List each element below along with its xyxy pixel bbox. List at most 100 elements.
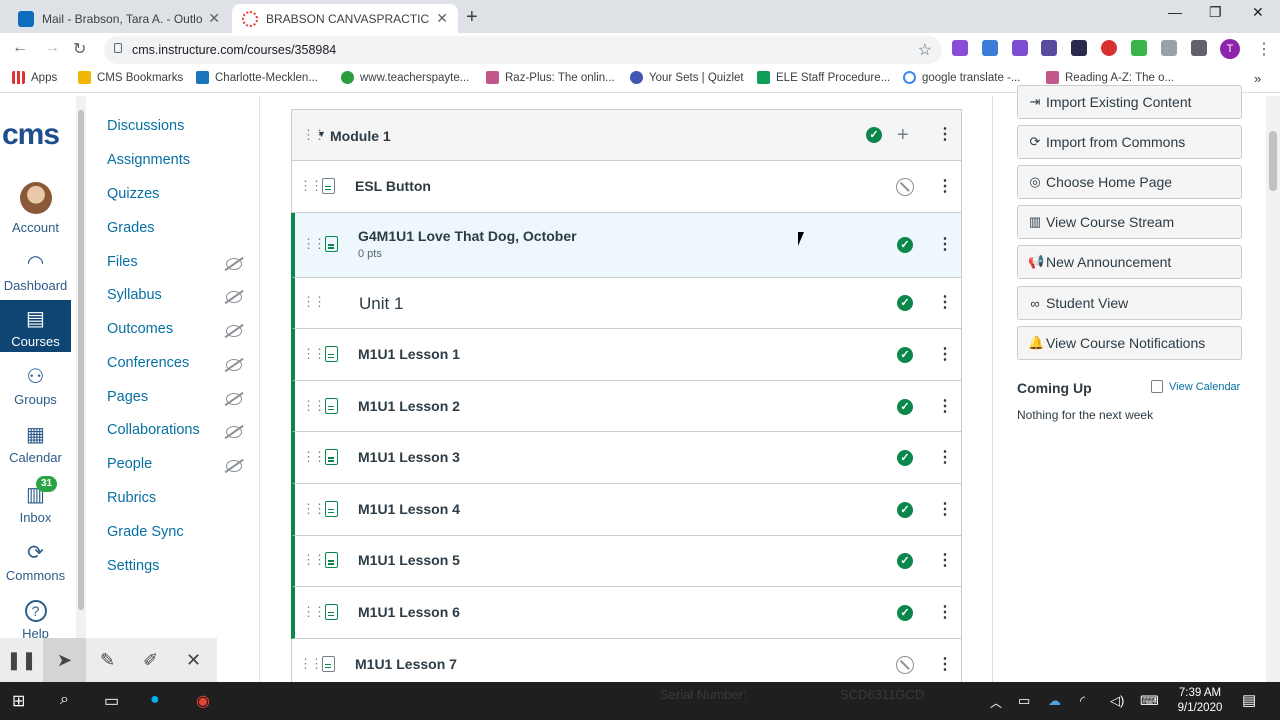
extension-icon[interactable] [1161,40,1177,56]
item-menu-icon[interactable]: ⋮ [937,604,953,621]
more-bookmarks-icon[interactable]: » [1254,71,1261,86]
battery-icon[interactable]: ▭ [1018,693,1030,709]
course-nav-outcomes[interactable]: Outcomes [107,321,173,337]
restore-icon[interactable]: ❐ [1209,4,1222,21]
tab-canvas[interactable]: BRABSON CANVASPRACTICE ✕ [232,4,458,33]
task-view-icon[interactable]: ▭ [104,691,119,711]
close-window-icon[interactable]: ✕ [1252,4,1264,21]
view-course-stream-button[interactable]: ▥ View Course Stream [1017,205,1242,239]
nav-inbox[interactable]: ▥ Inbox 31 [0,476,71,525]
module-item-row[interactable]: ⋮⋮ M1U1 Lesson 6 ✓ ⋮ [291,587,962,639]
item-menu-icon[interactable]: ⋮ [937,501,953,518]
item-title[interactable]: ESL Button [355,178,431,194]
import-from-commons-button[interactable]: ⟳ Import from Commons [1017,125,1242,159]
module-item-row[interactable]: ⋮⋮ M1U1 Lesson 5 ✓ ⋮ [291,535,962,588]
skype-icon[interactable]: ● [150,691,160,709]
module-item-row[interactable]: ⋮⋮ M1U1 Lesson 7 ⋮ [291,638,962,682]
import-existing-content-button[interactable]: ⇥ Import Existing Content [1017,85,1242,119]
published-check-icon[interactable]: ✓ [866,127,882,143]
item-menu-icon[interactable]: ⋮ [937,295,953,311]
close-icon[interactable]: ✕ [436,10,448,27]
notifications-icon[interactable]: ▤ [1242,691,1256,709]
extension-icon[interactable] [1071,40,1087,56]
system-clock[interactable]: 7:39 AM 9/1/2020 [1172,686,1228,716]
close-icon[interactable]: ✕ [172,638,215,682]
extension-icon[interactable] [1041,40,1057,56]
extension-icon[interactable] [952,40,968,56]
add-item-icon[interactable]: + [897,125,909,145]
published-check-icon[interactable]: ✓ [897,346,913,363]
bookmark-charlotte[interactable]: Charlotte-Mecklen... [196,71,318,84]
student-view-button[interactable]: ∞ Student View [1017,286,1242,320]
drag-handle-icon[interactable]: ⋮⋮ [302,552,326,568]
address-bar[interactable]: cms.instructure.com/courses/358984 ☆ [104,36,942,64]
nav-commons[interactable]: ⟳ Commons [0,542,71,583]
item-title[interactable]: M1U1 Lesson 2 [358,398,460,414]
back-icon[interactable]: ← [12,39,28,57]
item-menu-icon[interactable]: ⋮ [937,346,953,363]
published-check-icon[interactable]: ✓ [897,237,913,254]
item-menu-icon[interactable]: ⋮ [937,553,953,569]
item-menu-icon[interactable]: ⋮ [937,450,953,466]
course-nav-quizzes[interactable]: Quizzes [107,186,159,202]
unpublished-icon[interactable] [896,655,914,674]
pen-icon[interactable]: ✎ [86,638,129,682]
minimize-icon[interactable]: — [1168,4,1182,20]
tab-outlook[interactable]: Mail - Brabson, Tara A. - Outlook ✕ [8,4,230,33]
keyboard-icon[interactable]: ⌨ [1140,693,1159,709]
page-scrollbar[interactable] [1266,96,1280,682]
bookmark-translate[interactable]: google translate -... [903,71,1020,84]
pause-icon[interactable]: ❚❚ [0,638,43,682]
course-nav-rubrics[interactable]: Rubrics [107,490,156,506]
nav-scrollbar[interactable] [76,96,86,682]
nav-account[interactable]: Account [0,182,71,235]
nav-groups[interactable]: ⚇ Groups [0,366,71,407]
published-check-icon[interactable]: ✓ [897,450,913,467]
view-course-notifications-button[interactable]: 🔔 View Course Notifications [1017,326,1242,360]
nav-courses[interactable]: ▤ Courses [0,300,71,352]
course-nav-assignments[interactable]: Assignments [107,152,190,168]
item-title[interactable]: M1U1 Lesson 4 [358,501,460,517]
bookmark-quizlet[interactable]: Your Sets | Quizlet [630,71,744,84]
module-item-row[interactable]: ⋮⋮ G4M1U1 Love That Dog, October 0 pts ✓ ⋮ [291,212,962,278]
bookmark-apps[interactable]: Apps [12,71,57,84]
reload-icon[interactable]: ↻ [73,39,86,59]
drag-handle-icon[interactable]: ⋮⋮ [302,236,326,252]
onedrive-icon[interactable]: ☁ [1048,693,1061,709]
bookmark-razplus[interactable]: Raz-Plus: The onlin... [486,71,615,84]
unpublished-icon[interactable] [896,177,914,196]
extension-icon[interactable] [982,40,998,56]
extension-icon[interactable] [1101,40,1117,56]
scrollbar-thumb[interactable] [1269,131,1277,191]
bookmark-readingaz[interactable]: Reading A-Z: The o... [1046,71,1174,84]
view-calendar-link[interactable]: View Calendar [1151,380,1240,393]
extension-icon[interactable] [1012,40,1028,56]
drag-handle-icon[interactable]: ⋮⋮ [302,604,326,620]
module-item-row[interactable]: ⋮⋮ M1U1 Lesson 4 ✓ ⋮ [291,484,962,536]
course-nav-grades[interactable]: Grades [107,220,155,236]
item-menu-icon[interactable]: ⋮ [937,656,953,673]
item-menu-icon[interactable]: ⋮ [937,237,953,253]
profile-avatar[interactable]: T [1220,39,1240,59]
forward-icon[interactable]: → [44,39,60,57]
drag-handle-icon[interactable]: ⋮⋮ [302,449,326,465]
module-item-row[interactable]: ⋮⋮ ESL Button ⋮ [291,161,962,213]
puzzle-icon[interactable] [1191,40,1207,56]
course-nav-syllabus[interactable]: Syllabus [107,287,162,303]
scrollbar-thumb[interactable] [78,110,84,610]
bookmark-star-icon[interactable]: ☆ [918,40,932,60]
item-title[interactable]: M1U1 Lesson 6 [358,604,460,620]
item-title[interactable]: G4M1U1 Love That Dog, October [358,228,577,244]
close-icon[interactable]: ✕ [208,10,220,27]
nav-help[interactable]: ? Help [0,600,71,638]
item-title[interactable]: M1U1 Lesson 1 [358,346,460,362]
nav-dashboard[interactable]: ◠ Dashboard [0,252,71,293]
course-nav-settings[interactable]: Settings [107,558,159,574]
module-menu-icon[interactable]: ⋮ [937,127,953,143]
course-nav-files[interactable]: Files [107,254,138,270]
course-nav-grade-sync[interactable]: Grade Sync [107,524,184,540]
module-header[interactable]: ⋮⋮ ▼ Module 1 ✓ + ⋮ [291,109,962,161]
module-item-row[interactable]: ⋮⋮ Unit 1 ✓ ⋮ [291,277,962,330]
published-check-icon[interactable]: ✓ [897,501,913,518]
bookmark-tpt[interactable]: www.teacherspayte... [341,71,469,84]
